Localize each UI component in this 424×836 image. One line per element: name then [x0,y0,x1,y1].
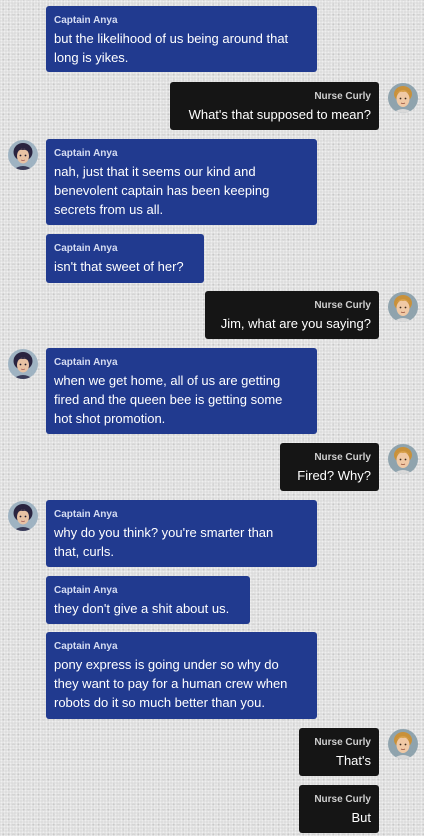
avatar-captain-anya [8,501,38,531]
avatar-nurse-curly [388,729,418,759]
message-bubble-captain: Captain Anya isn't that sweet of her? [46,234,204,283]
nurse-curly-portrait-icon [388,729,418,759]
message-text: when we get home, all of us are getting … [54,373,283,426]
message-bubble-nurse: Nurse Curly But [299,785,379,833]
nurse-curly-portrait-icon [388,83,418,113]
message-sender: Captain Anya [54,15,118,26]
message-text: Fired? Why? [297,468,371,483]
message-sender: Nurse Curly [314,452,371,463]
message-sender: Captain Anya [54,243,118,254]
message-text: nah, just that it seems our kind and ben… [54,164,270,217]
captain-anya-portrait-icon [8,501,38,531]
message-sender: Captain Anya [54,148,118,159]
captain-anya-portrait-icon [8,140,38,170]
message-sender: Captain Anya [54,585,118,596]
message-bubble-nurse: Nurse Curly That's [299,728,379,776]
message-bubble-captain: Captain Anya when we get home, all of us… [46,348,317,434]
avatar-captain-anya [8,140,38,170]
message-sender: Nurse Curly [314,300,371,311]
message-bubble-nurse: Nurse Curly What's that supposed to mean… [170,82,379,130]
message-sender: Captain Anya [54,641,118,652]
message-bubble-captain: Captain Anya pony express is going under… [46,632,317,719]
message-bubble-captain: Captain Anya but the likelihood of us be… [46,6,317,72]
message-text: they don't give a shit about us. [54,601,230,616]
message-sender: Nurse Curly [314,737,371,748]
message-text: But [351,810,371,825]
captain-anya-portrait-icon [8,349,38,379]
message-text: isn't that sweet of her? [54,259,184,274]
avatar-nurse-curly [388,292,418,322]
message-bubble-captain: Captain Anya they don't give a shit abou… [46,576,250,624]
message-sender: Captain Anya [54,509,118,520]
message-text: why do you think? you're smarter than th… [54,525,274,559]
message-text: Jim, what are you saying? [220,316,371,331]
message-sender: Nurse Curly [314,794,371,805]
message-text: What's that supposed to mean? [188,107,371,122]
avatar-captain-anya [8,349,38,379]
message-sender: Nurse Curly [314,91,371,102]
avatar-nurse-curly [388,444,418,474]
message-bubble-captain: Captain Anya why do you think? you're sm… [46,500,317,567]
message-bubble-nurse: Nurse Curly Fired? Why? [280,443,379,491]
message-sender: Captain Anya [54,357,118,368]
message-text: pony express is going under so why do th… [54,657,288,710]
avatar-nurse-curly [388,83,418,113]
message-text: but the likelihood of us being around th… [54,31,289,65]
chat-log: Captain Anya but the likelihood of us be… [0,0,424,836]
message-bubble-nurse: Nurse Curly Jim, what are you saying? [205,291,379,339]
message-bubble-captain: Captain Anya nah, just that it seems our… [46,139,317,225]
message-text: That's [336,753,371,768]
nurse-curly-portrait-icon [388,292,418,322]
nurse-curly-portrait-icon [388,444,418,474]
